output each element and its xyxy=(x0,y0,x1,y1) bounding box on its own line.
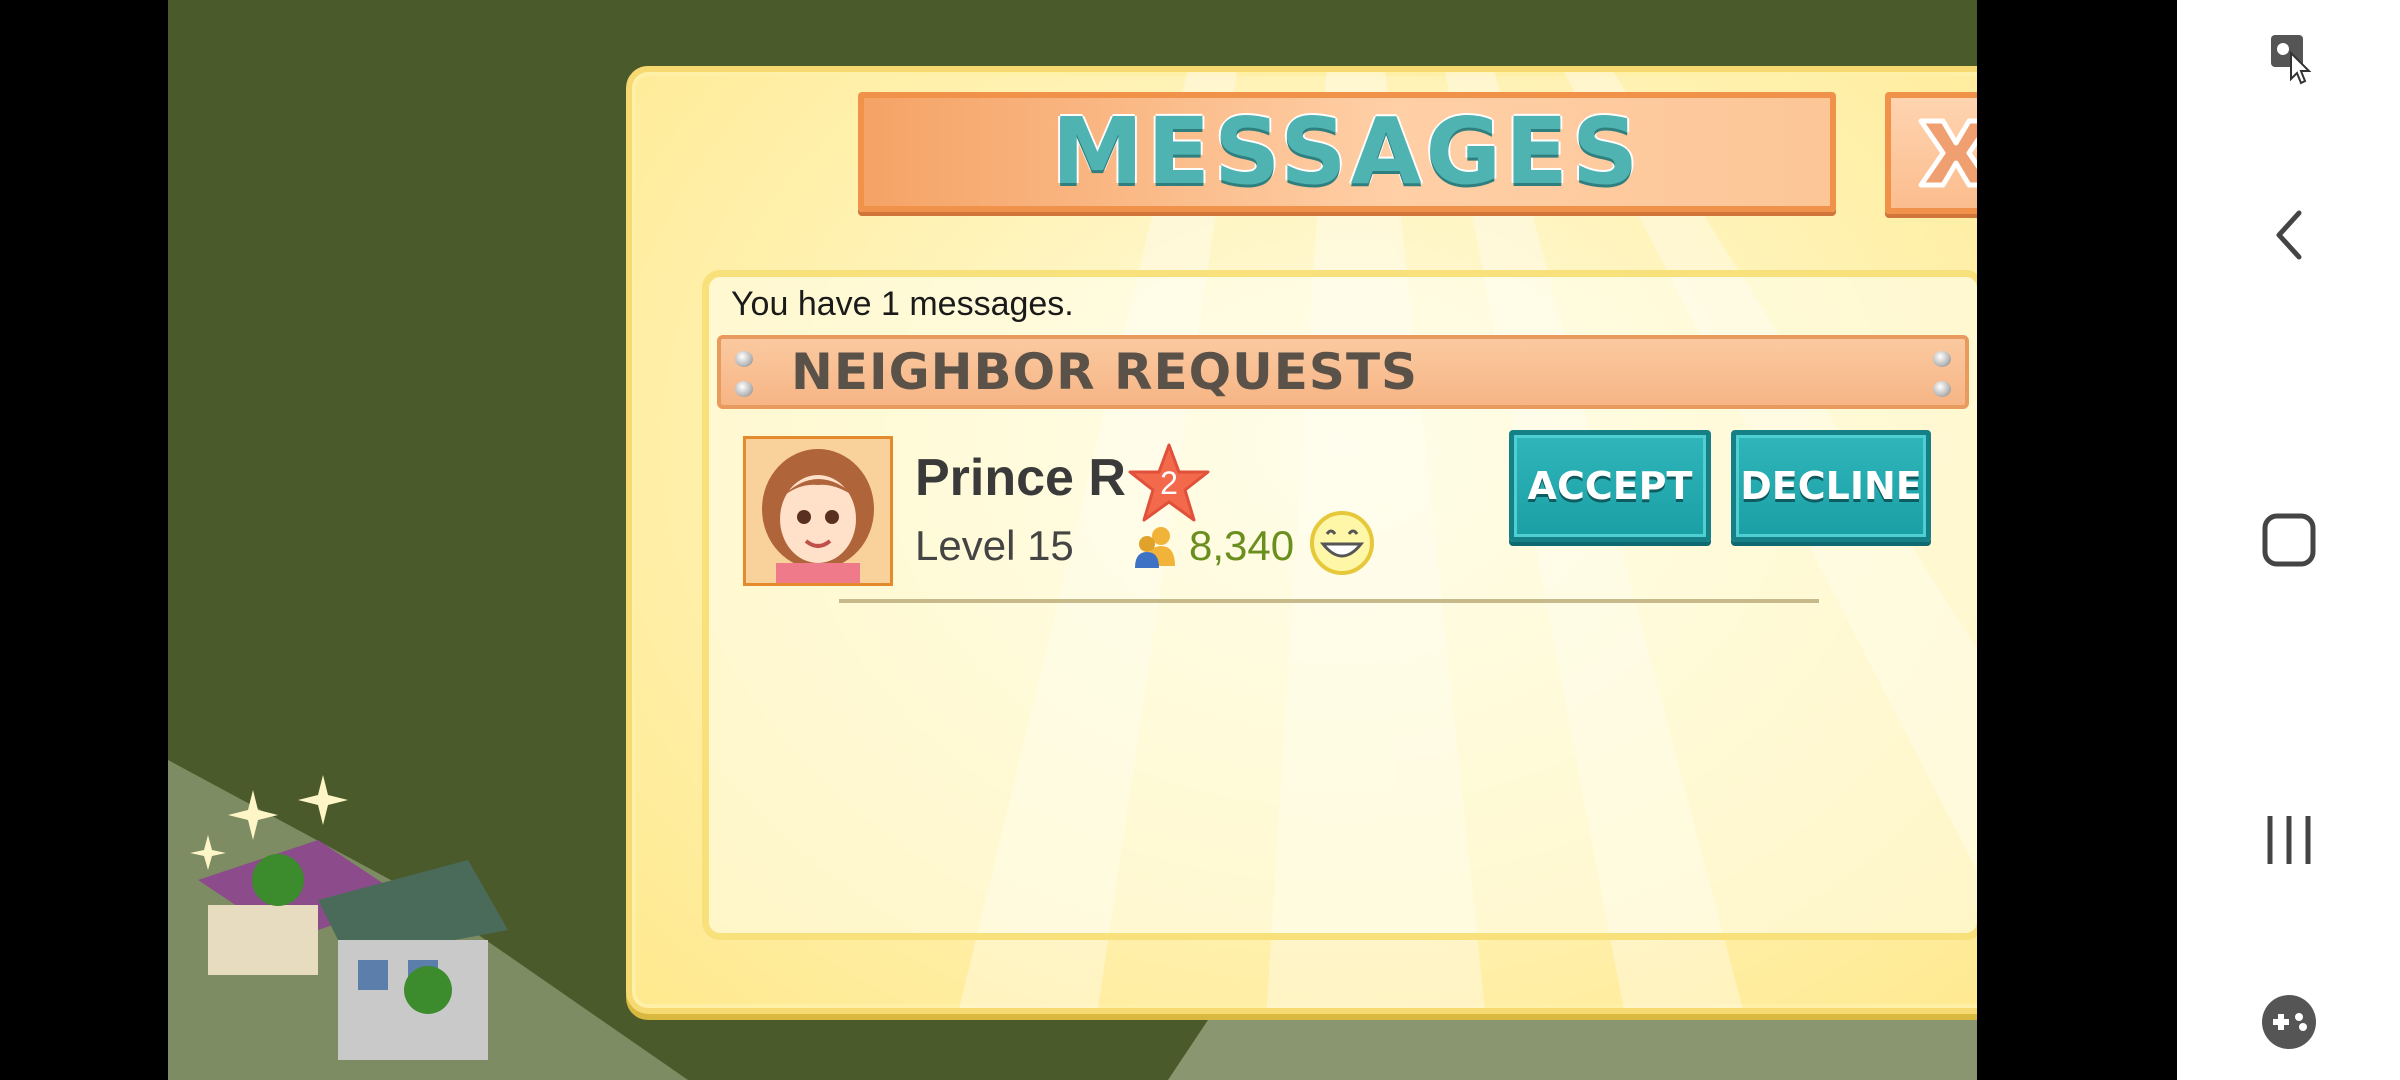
decline-button[interactable]: DECLINE xyxy=(1731,430,1931,542)
bolt-icon xyxy=(1933,351,1951,367)
bolt-icon xyxy=(735,351,753,367)
star-level-badge: 2 xyxy=(1126,442,1212,524)
game-background: MESSAGES You have 1 messages. NEIGHBOR R… xyxy=(168,0,1977,1080)
close-button[interactable] xyxy=(1885,92,1977,214)
screen-record-button[interactable] xyxy=(2177,20,2400,90)
bolt-icon xyxy=(735,381,753,397)
dialog-title: MESSAGES xyxy=(1051,98,1643,205)
player-name: Prince R xyxy=(915,449,1126,507)
accept-button[interactable]: ACCEPT xyxy=(1509,430,1711,542)
screen-record-icon xyxy=(2270,35,2311,85)
game-tools-button[interactable] xyxy=(2177,985,2400,1059)
game-controller-icon xyxy=(2261,995,2316,1049)
happy-face-icon xyxy=(1310,511,1374,575)
player-portrait xyxy=(746,439,890,583)
messages-panel[interactable]: You have 1 messages. NEIGHBOR REQUESTS P… xyxy=(702,270,1977,940)
player-level: Level 15 xyxy=(915,522,1074,569)
avatar xyxy=(743,436,893,586)
neighbor-request-row: Prince R 2 Level 15 8,340 ACCEPT DECLINE xyxy=(709,412,1977,603)
recents-button[interactable] xyxy=(2177,805,2400,875)
star-level-number: 2 xyxy=(1160,464,1178,501)
neighbors-count: 8,340 xyxy=(1189,522,1295,569)
recents-icon xyxy=(2267,816,2310,864)
row-divider xyxy=(839,599,1819,603)
message-count: You have 1 messages. xyxy=(731,285,1074,323)
home-button[interactable] xyxy=(2177,505,2400,575)
close-x-icon xyxy=(1918,118,1977,188)
section-title: NEIGHBOR REQUESTS xyxy=(791,343,1419,401)
bolt-icon xyxy=(1933,381,1951,397)
title-plaque: MESSAGES xyxy=(858,92,1836,212)
messages-dialog: MESSAGES You have 1 messages. NEIGHBOR R… xyxy=(626,66,1977,1014)
section-header: NEIGHBOR REQUESTS xyxy=(717,335,1969,409)
back-icon xyxy=(2276,210,2301,260)
neighbors-icon xyxy=(1135,527,1175,568)
home-icon xyxy=(2262,513,2315,567)
system-nav-bar xyxy=(2177,0,2400,1080)
back-button[interactable] xyxy=(2177,200,2400,270)
